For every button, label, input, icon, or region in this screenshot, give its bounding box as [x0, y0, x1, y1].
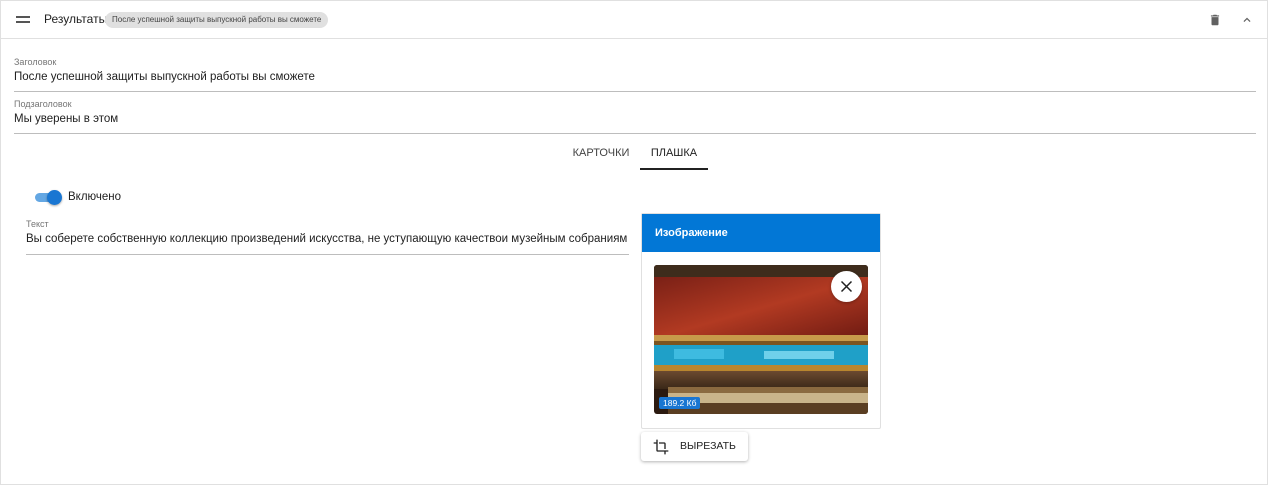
heading-label: Заголовок — [14, 57, 57, 67]
image-card-title: Изображение — [642, 214, 880, 252]
close-icon — [840, 280, 853, 293]
trash-icon[interactable] — [1208, 13, 1222, 27]
section-subtitle-chip: После успешной защиты выпускной работы в… — [105, 12, 329, 28]
subheading-field[interactable]: Подзаголовок Мы уверены в этом — [14, 99, 1256, 134]
drag-handle-icon[interactable] — [16, 14, 30, 24]
plaque-text-field[interactable]: Текст Вы соберете собственную коллекцию … — [26, 219, 629, 255]
tab-cards[interactable]: КАРТОЧКИ — [566, 137, 636, 171]
crop-button[interactable]: ВЫРЕЗАТЬ — [641, 432, 748, 461]
image-card: Изображение 189.2 Кб — [641, 213, 881, 429]
heading-input[interactable]: После успешной защиты выпускной работы в… — [14, 70, 1256, 84]
plaque-text-input[interactable]: Вы соберете собственную коллекцию произв… — [26, 232, 629, 246]
section-title: Результаты — [44, 12, 108, 26]
file-size-badge: 189.2 Кб — [659, 397, 701, 409]
enabled-toggle-label: Включено — [68, 191, 122, 203]
subheading-label: Подзаголовок — [14, 99, 72, 109]
subheading-input[interactable]: Мы уверены в этом — [14, 112, 1256, 126]
crop-button-label: ВЫРЕЗАТЬ — [680, 440, 736, 452]
heading-field[interactable]: Заголовок После успешной защиты выпускно… — [14, 57, 1256, 92]
remove-image-button[interactable] — [831, 271, 862, 302]
tab-plaque[interactable]: ПЛАШКА — [640, 137, 708, 171]
enabled-toggle[interactable] — [35, 190, 62, 205]
crop-icon — [653, 439, 669, 455]
plaque-text-label: Текст — [26, 219, 49, 229]
section-header[interactable]: Результаты После успешной защиты выпускн… — [1, 1, 1267, 39]
tab-active-indicator — [640, 168, 708, 170]
chevron-up-icon[interactable] — [1240, 13, 1254, 27]
section-panel: Результаты После успешной защиты выпускн… — [0, 0, 1268, 485]
